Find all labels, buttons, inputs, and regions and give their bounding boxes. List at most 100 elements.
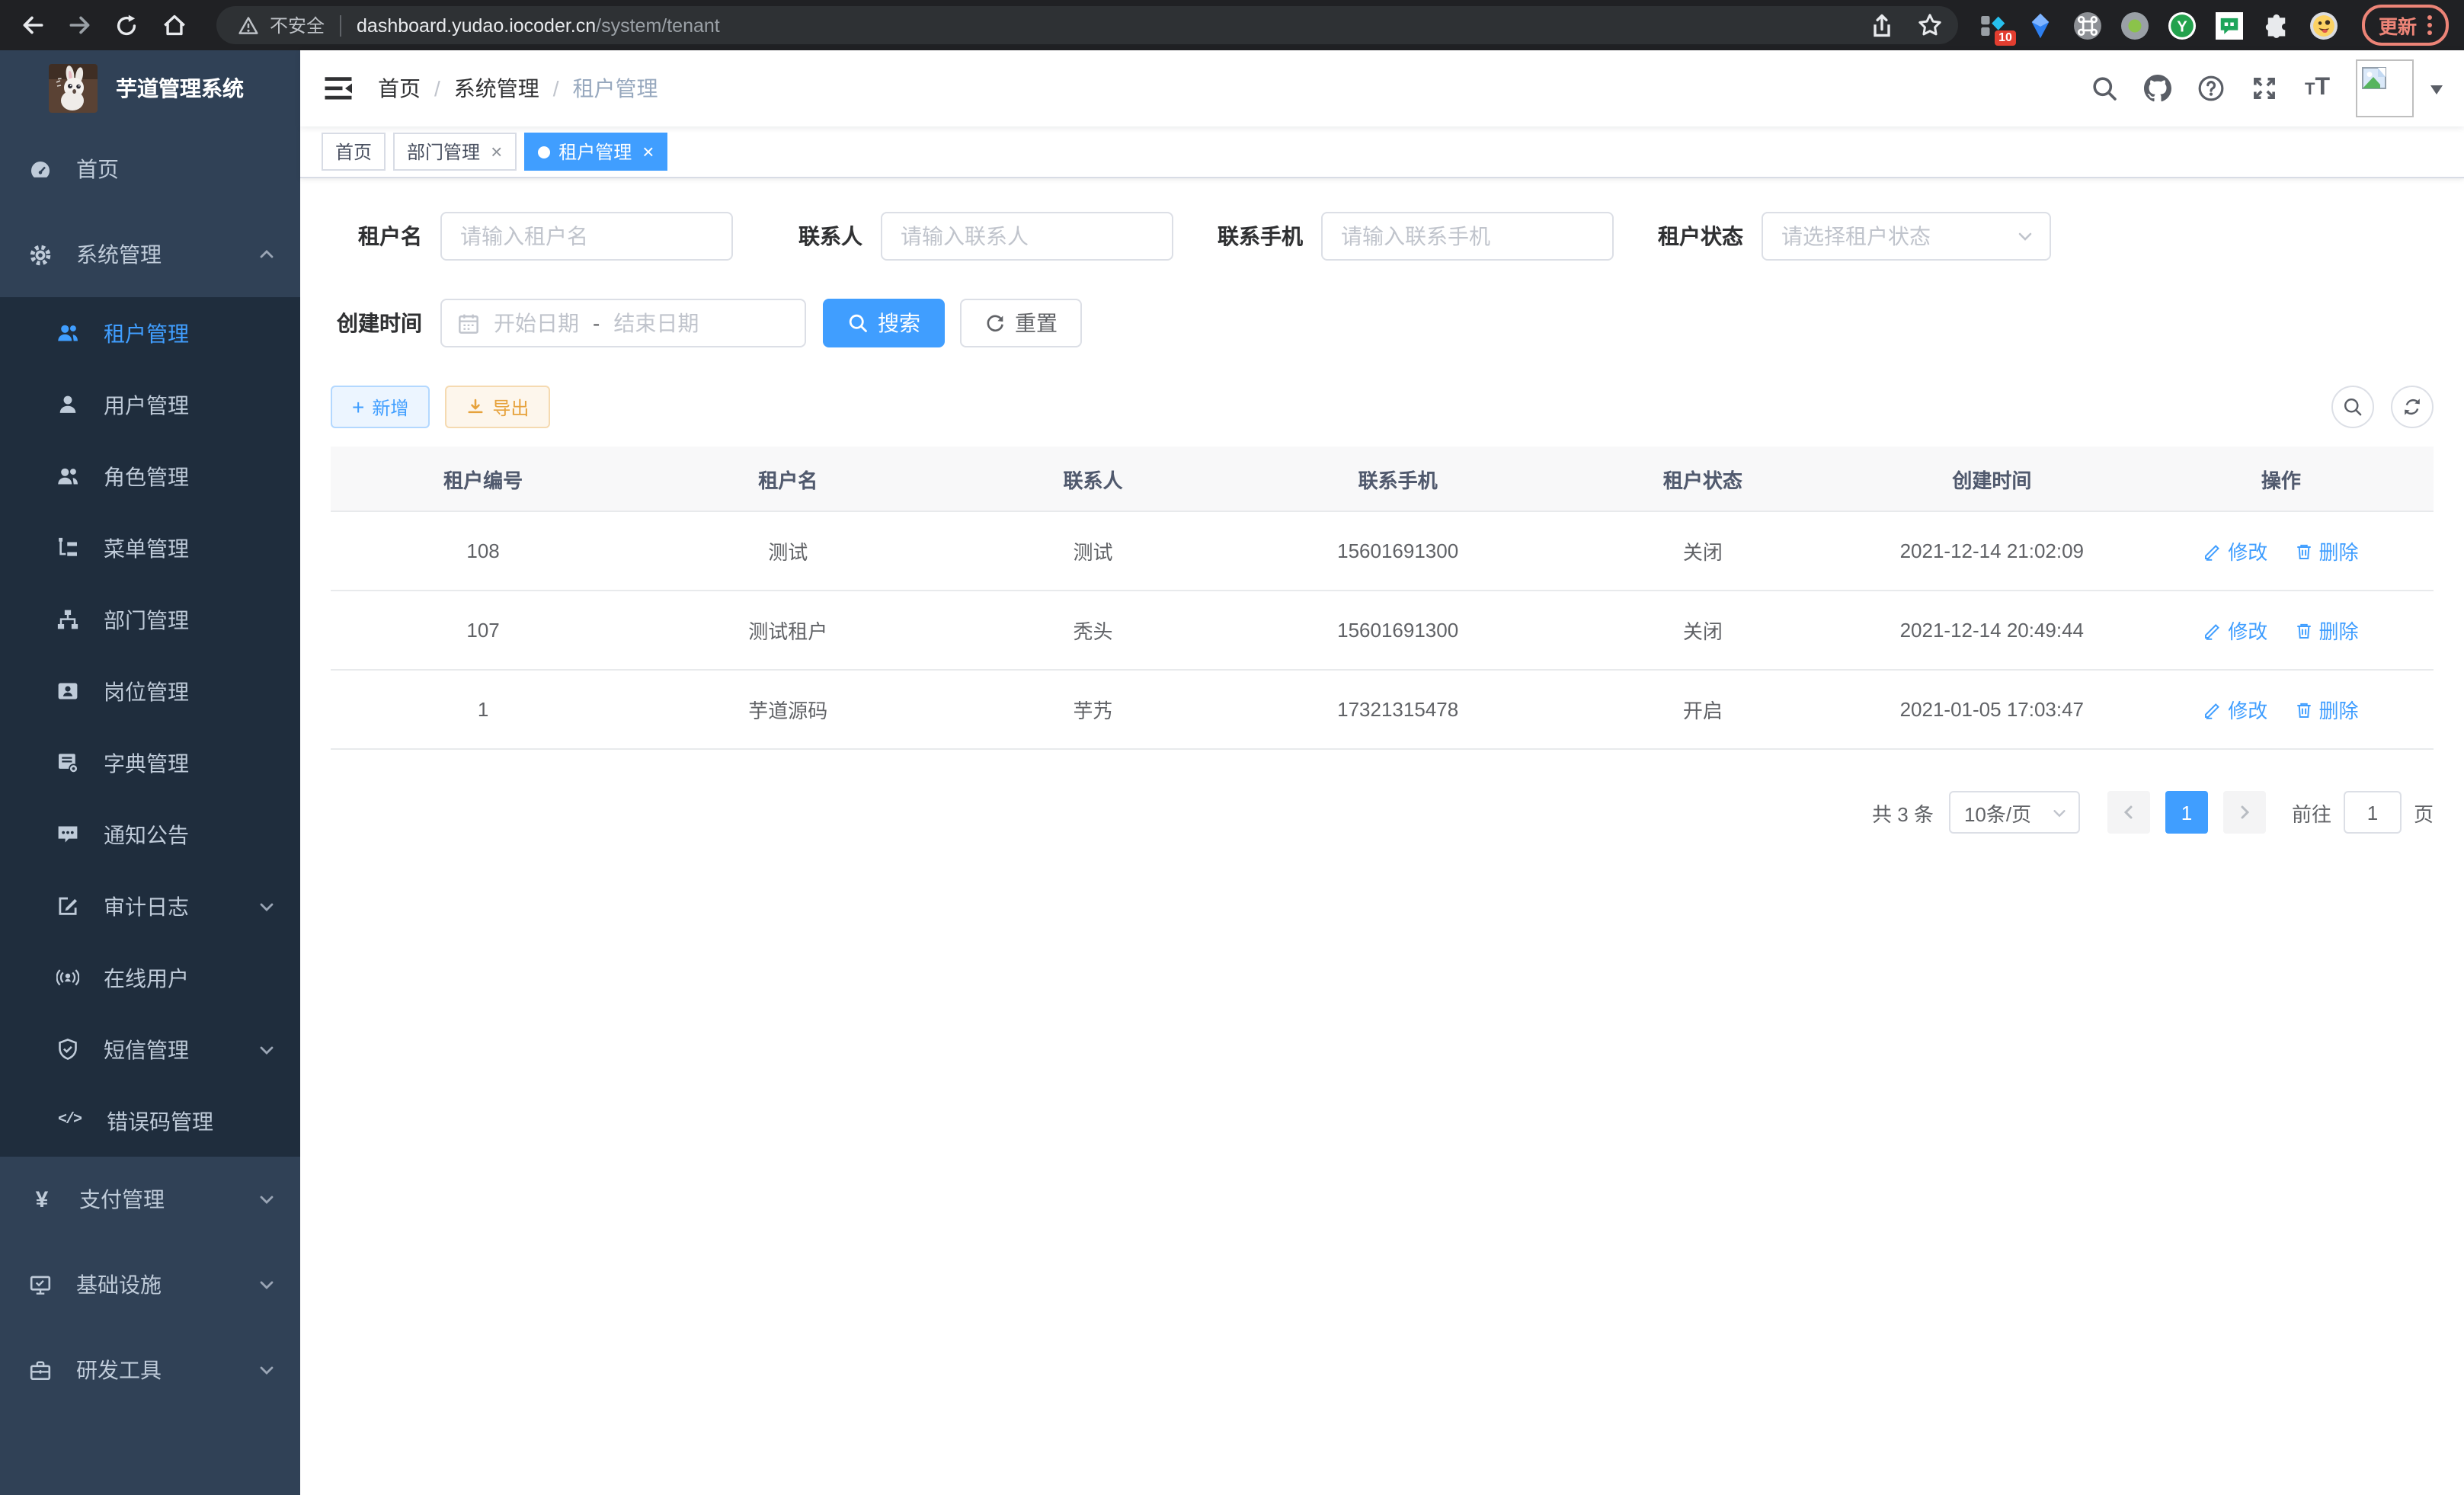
reset-button[interactable]: 重置 bbox=[960, 299, 1082, 347]
security-label[interactable]: 不安全 bbox=[270, 12, 325, 38]
avatar[interactable] bbox=[2356, 59, 2414, 117]
reset-button-label: 重置 bbox=[1015, 308, 1058, 338]
export-button[interactable]: 导出 bbox=[445, 386, 550, 428]
tag-label: 租户管理 bbox=[558, 139, 632, 165]
extension-badge: 10 bbox=[1995, 30, 2016, 45]
url-host[interactable]: dashboard.yudao.iocoder.cn bbox=[357, 14, 596, 36]
extension-recorder-icon[interactable] bbox=[2121, 11, 2149, 39]
sidebar-item-dict[interactable]: 字典管理 bbox=[0, 727, 300, 799]
url-path[interactable]: /system/tenant bbox=[596, 14, 720, 36]
browser-reload-button[interactable] bbox=[107, 5, 146, 45]
sidebar-item-error-code[interactable]: </> 错误码管理 bbox=[0, 1085, 300, 1157]
edit-link[interactable]: 修改 bbox=[2203, 616, 2267, 645]
extensions-puzzle-icon[interactable] bbox=[2263, 11, 2290, 39]
help-icon[interactable] bbox=[2198, 75, 2226, 102]
add-button[interactable]: + 新增 bbox=[331, 386, 430, 428]
goto-suffix: 页 bbox=[2414, 798, 2434, 827]
page-size-select[interactable]: 10条/页 bbox=[1949, 791, 2080, 834]
filter-contact: 联系人 bbox=[771, 212, 1173, 261]
sidebar-item-home[interactable]: 首页 bbox=[0, 126, 300, 212]
contact-input[interactable] bbox=[881, 212, 1173, 261]
tag-close-icon[interactable]: × bbox=[642, 142, 654, 162]
search-button[interactable]: 搜索 bbox=[823, 299, 945, 347]
date-range-picker[interactable]: 开始日期 - 结束日期 bbox=[440, 299, 806, 347]
sidebar-item-dev-tools[interactable]: 研发工具 bbox=[0, 1327, 300, 1413]
reload-icon bbox=[114, 13, 139, 37]
sidebar-item-menu[interactable]: 菜单管理 bbox=[0, 512, 300, 584]
sidebar-submenu-system: 租户管理 用户管理 角色管理 菜单管理 部门管理 bbox=[0, 297, 300, 1157]
org-chart-icon bbox=[56, 608, 79, 631]
browser-toolbar: 不安全 dashboard.yudao.iocoder.cn/system/te… bbox=[0, 0, 2464, 50]
tag-home[interactable]: 首页 bbox=[322, 133, 386, 171]
cell-created: 2021-01-05 17:03:47 bbox=[1855, 670, 2129, 749]
extension-emoji-avatar[interactable] bbox=[2310, 11, 2338, 39]
prev-page-button[interactable] bbox=[2107, 791, 2150, 834]
table-row[interactable]: 1 芋道源码 芋艿 17321315478 开启 2021-01-05 17:0… bbox=[331, 670, 2434, 749]
browser-back-button[interactable] bbox=[12, 5, 52, 45]
sidebar-item-post[interactable]: 岗位管理 bbox=[0, 655, 300, 727]
edit-link-label: 修改 bbox=[2228, 536, 2267, 565]
delete-link[interactable]: 删除 bbox=[2294, 695, 2358, 724]
cell-tenant-name: 测试租户 bbox=[635, 591, 940, 670]
sidebar-item-role[interactable]: 角色管理 bbox=[0, 440, 300, 512]
sidebar-item-system[interactable]: 系统管理 bbox=[0, 212, 300, 297]
breadcrumb-system[interactable]: 系统管理 bbox=[454, 73, 539, 104]
table-row[interactable]: 107 测试租户 秃头 15601691300 关闭 2021-12-14 20… bbox=[331, 591, 2434, 670]
fullscreen-icon[interactable] bbox=[2251, 75, 2279, 102]
sidebar-item-online-users[interactable]: 在线用户 bbox=[0, 942, 300, 1013]
sidebar-item-sms[interactable]: 短信管理 bbox=[0, 1013, 300, 1085]
delete-link-label: 删除 bbox=[2318, 695, 2358, 724]
sidebar-toggle-button[interactable] bbox=[300, 50, 376, 126]
toggle-search-button[interactable] bbox=[2331, 386, 2374, 428]
delete-link[interactable]: 删除 bbox=[2294, 536, 2358, 565]
cell-contact: 秃头 bbox=[940, 591, 1245, 670]
cell-actions: 修改 删除 bbox=[2129, 511, 2434, 591]
next-page-button[interactable] bbox=[2223, 791, 2266, 834]
app-logo[interactable]: 芋道管理系统 bbox=[0, 50, 300, 126]
delete-link[interactable]: 删除 bbox=[2294, 616, 2358, 645]
address-bar[interactable]: 不安全 dashboard.yudao.iocoder.cn/system/te… bbox=[216, 6, 1958, 44]
sidebar: 芋道管理系统 首页 系统管理 租户管理 用户管理 bbox=[0, 50, 300, 1495]
top-navbar: 首页 / 系统管理 / 租户管理 TT bbox=[300, 50, 2464, 126]
tag-tenant[interactable]: 租户管理 × bbox=[523, 133, 667, 171]
sidebar-item-payment[interactable]: ¥ 支付管理 bbox=[0, 1157, 300, 1242]
edit-link[interactable]: 修改 bbox=[2203, 695, 2267, 724]
tenant-name-input[interactable] bbox=[440, 212, 733, 261]
sidebar-item-notice[interactable]: 通知公告 bbox=[0, 799, 300, 870]
table-row[interactable]: 108 测试 测试 15601691300 关闭 2021-12-14 21:0… bbox=[331, 511, 2434, 591]
breadcrumb-home[interactable]: 首页 bbox=[378, 73, 421, 104]
browser-update-button[interactable]: 更新 bbox=[2362, 5, 2449, 46]
search-icon[interactable] bbox=[2091, 75, 2119, 102]
status-select[interactable]: 请选择租户状态 bbox=[1762, 212, 2051, 261]
extension-chat-icon[interactable] bbox=[2216, 11, 2243, 39]
extension-y-icon[interactable]: Y bbox=[2168, 11, 2196, 39]
user-menu[interactable] bbox=[2356, 59, 2443, 117]
current-page[interactable]: 1 bbox=[2165, 791, 2208, 834]
extension-kite-icon[interactable] bbox=[2027, 11, 2054, 39]
sidebar-item-tenant[interactable]: 租户管理 bbox=[0, 297, 300, 369]
github-icon[interactable] bbox=[2145, 75, 2172, 102]
cell-mobile: 15601691300 bbox=[1246, 591, 1550, 670]
tag-dept[interactable]: 部门管理 × bbox=[393, 133, 516, 171]
sidebar-item-audit-log[interactable]: 审计日志 bbox=[0, 870, 300, 942]
extension-command-icon[interactable] bbox=[2074, 11, 2101, 39]
goto-page-input[interactable] bbox=[2344, 791, 2402, 834]
browser-home-button[interactable] bbox=[154, 5, 194, 45]
hamburger-icon bbox=[323, 73, 354, 104]
forward-arrow-icon bbox=[66, 12, 92, 38]
font-size-icon[interactable]: TT bbox=[2305, 76, 2330, 101]
extension-tabs-icon[interactable]: 10 bbox=[1979, 11, 2007, 39]
browser-menu-icon[interactable] bbox=[2427, 15, 2432, 35]
edit-link[interactable]: 修改 bbox=[2203, 536, 2267, 565]
bookmark-star-icon[interactable] bbox=[1917, 12, 1943, 38]
share-icon[interactable] bbox=[1868, 11, 1896, 39]
sidebar-item-infra[interactable]: 基础设施 bbox=[0, 1242, 300, 1327]
mobile-input[interactable] bbox=[1321, 212, 1614, 261]
sidebar-item-user[interactable]: 用户管理 bbox=[0, 369, 300, 440]
refresh-table-button[interactable] bbox=[2391, 386, 2434, 428]
browser-forward-button[interactable] bbox=[59, 5, 99, 45]
green-y-icon: Y bbox=[2168, 11, 2196, 39]
filter-label: 联系手机 bbox=[1211, 221, 1303, 251]
sidebar-item-dept[interactable]: 部门管理 bbox=[0, 584, 300, 655]
tag-close-icon[interactable]: × bbox=[491, 142, 502, 162]
